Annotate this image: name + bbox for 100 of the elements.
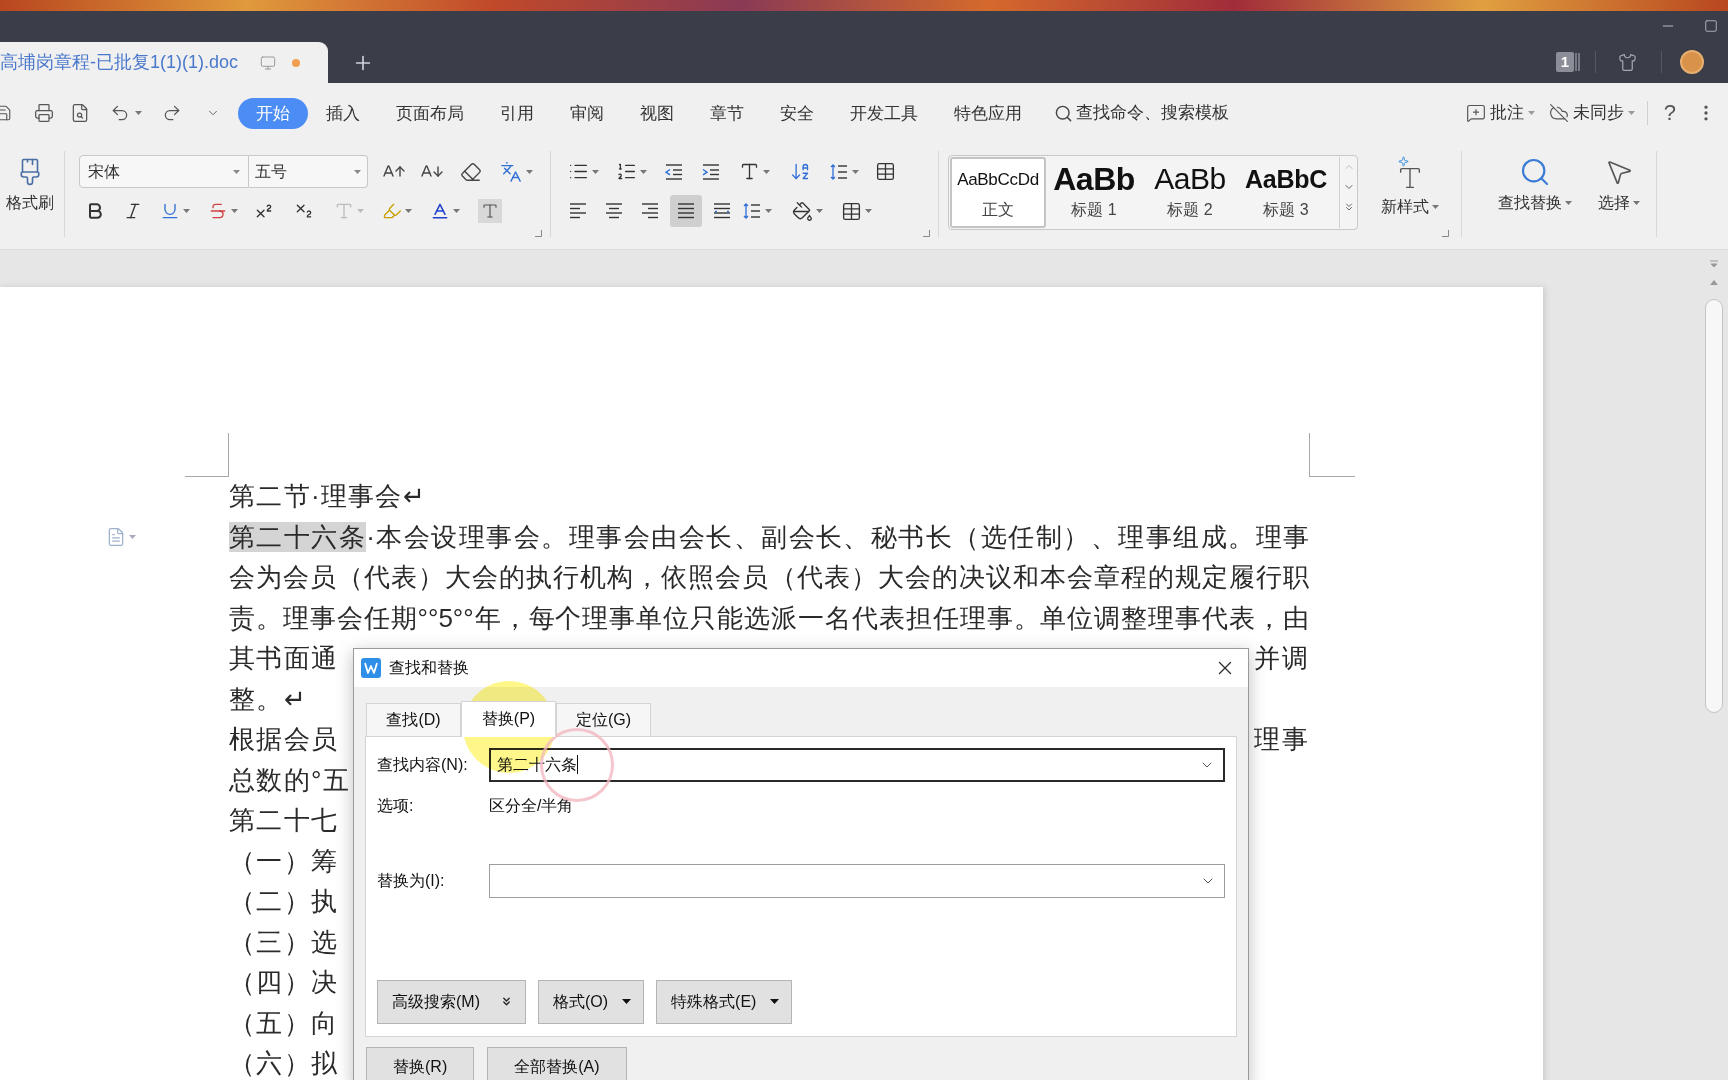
eraser-icon[interactable]	[460, 160, 482, 183]
menu-tab[interactable]: 安全	[762, 97, 832, 129]
menu-tab[interactable]: 开发工具	[832, 97, 936, 129]
subscript-icon[interactable]	[294, 201, 314, 221]
search-icon[interactable]	[1054, 103, 1073, 123]
comment-icon[interactable]	[1465, 103, 1486, 123]
find-field[interactable]: 第二十六条	[489, 747, 1225, 782]
style-option[interactable]: AaBbC 标题 3	[1238, 157, 1334, 228]
caret-icon[interactable]	[405, 209, 412, 213]
menu-tab[interactable]: 特色应用	[936, 97, 1040, 129]
line-spacing-icon[interactable]	[829, 162, 849, 181]
scrollbar-thumb[interactable]	[1705, 299, 1723, 713]
caret-icon[interactable]	[1527, 111, 1535, 115]
caret-icon[interactable]	[765, 209, 772, 213]
align-icon[interactable]	[676, 202, 696, 220]
dialog-tab[interactable]: 替换(P)	[461, 700, 556, 737]
style-option[interactable]: AaBbCcDd 正文	[950, 157, 1046, 228]
sort-icon[interactable]	[790, 161, 811, 182]
line-spacing-icon[interactable]	[742, 202, 762, 220]
dropdown-icon[interactable]	[770, 999, 780, 1005]
caret-icon[interactable]	[1633, 201, 1640, 205]
options-value: 区分全/半角	[489, 795, 574, 816]
caret-icon[interactable]	[354, 169, 361, 174]
dialog-tab[interactable]: 定位(G)	[556, 702, 651, 736]
font-name-field[interactable]: 宋体	[79, 155, 249, 188]
caret-icon[interactable]	[233, 169, 240, 174]
avatar-icon[interactable]	[1680, 50, 1704, 74]
strikethrough-icon[interactable]	[208, 201, 228, 221]
action-button[interactable]: 替换(R)	[366, 1047, 475, 1080]
caret-icon[interactable]	[592, 169, 599, 174]
indent-decrease-icon[interactable]	[664, 162, 684, 181]
align-icon[interactable]	[568, 202, 588, 220]
maximize-icon[interactable]	[1704, 19, 1718, 33]
search-icon[interactable]	[1519, 156, 1551, 188]
shirt-icon[interactable]	[1618, 52, 1637, 72]
caret-icon[interactable]	[453, 209, 460, 213]
undo-icon[interactable]	[110, 103, 130, 123]
menu-tab[interactable]: 引用	[482, 97, 552, 129]
paint-bucket-icon[interactable]	[792, 200, 813, 222]
menu-tab[interactable]: 视图	[622, 97, 692, 129]
grid-icon[interactable]	[841, 200, 862, 222]
document-text: 理事	[1254, 723, 1309, 756]
dialog-tab[interactable]: 查找(D)	[366, 702, 461, 736]
document-tab[interactable]: 高埔岗章程-已批复1(1)(1).doc	[0, 42, 328, 83]
caret-icon[interactable]	[640, 169, 647, 174]
corner-icon[interactable]	[923, 230, 930, 237]
caret-icon[interactable]	[1627, 111, 1635, 115]
document-text: （三）选	[229, 926, 339, 957]
caret-icon[interactable]	[1565, 201, 1572, 205]
command-search[interactable]: 查找命令、搜索模板	[1054, 100, 1229, 126]
redo-icon[interactable]	[162, 103, 182, 123]
numbered-list-icon[interactable]	[616, 161, 637, 182]
comment-button[interactable]: 批注	[1465, 100, 1535, 126]
option-button[interactable]: 特殊格式(E)	[656, 979, 793, 1024]
styles-gallery[interactable]: AaBbCcDd 正文 AaBb 标题 1 AaBb 标题 2 AaBbC 标题 3	[948, 155, 1358, 230]
save-icon[interactable]	[0, 103, 13, 123]
align-icon[interactable]	[640, 202, 660, 220]
corner-icon[interactable]	[535, 230, 542, 237]
align-icon[interactable]	[604, 202, 624, 220]
style-option[interactable]: AaBb 标题 1	[1046, 157, 1142, 228]
select-button[interactable]: 选择	[1592, 151, 1646, 227]
highlighted-text: 第二十六条	[229, 521, 367, 552]
translate-icon[interactable]	[500, 160, 522, 183]
replace-field[interactable]	[489, 863, 1225, 898]
stack-lines-icon[interactable]	[1575, 52, 1581, 72]
shaded-text-icon[interactable]	[478, 199, 502, 223]
font-color-icon[interactable]	[430, 201, 450, 221]
distribute-icon[interactable]	[712, 202, 732, 220]
menu-tab[interactable]: 章节	[692, 97, 762, 129]
action-button[interactable]: 全部替换(A)	[487, 1047, 627, 1080]
find-replace-button[interactable]: 查找替换	[1492, 151, 1578, 227]
caret-icon[interactable]	[526, 169, 533, 174]
option-button[interactable]: 高级搜索(M)	[377, 979, 526, 1024]
corner-icon[interactable]	[1442, 230, 1449, 237]
caret-icon[interactable]	[816, 209, 823, 213]
caret-icon[interactable]	[763, 169, 770, 174]
caret-icon[interactable]	[852, 169, 859, 174]
font-size-field[interactable]: 五号	[249, 155, 368, 188]
print-icon[interactable]	[34, 103, 54, 123]
menu-tab[interactable]: 审阅	[552, 97, 622, 129]
caret-icon[interactable]	[865, 209, 872, 213]
caret-icon[interactable]	[231, 209, 238, 213]
caret-icon[interactable]	[183, 209, 190, 213]
style-option[interactable]: AaBb 标题 2	[1142, 157, 1238, 228]
sync-button[interactable]: 未同步	[1548, 100, 1635, 126]
option-button[interactable]: 格式(O)	[538, 979, 645, 1024]
cloud-icon[interactable]	[1548, 103, 1569, 123]
text-icon[interactable]	[739, 161, 760, 182]
indent-increase-icon[interactable]	[701, 162, 721, 181]
print-preview-icon[interactable]	[70, 103, 90, 123]
menu-tab[interactable]: 插入	[308, 97, 378, 129]
table-icon[interactable]	[875, 161, 896, 182]
menu-tab[interactable]: 页面布局	[378, 97, 482, 129]
alignment-button[interactable]	[670, 195, 702, 227]
dropdown-icon[interactable]	[622, 999, 632, 1005]
caret-icon[interactable]	[1432, 205, 1439, 209]
format-painter-button[interactable]: 格式刷	[0, 151, 60, 227]
underline-icon[interactable]	[160, 201, 180, 221]
help-button[interactable]: ?	[1663, 102, 1676, 124]
caret-icon[interactable]	[135, 111, 142, 115]
